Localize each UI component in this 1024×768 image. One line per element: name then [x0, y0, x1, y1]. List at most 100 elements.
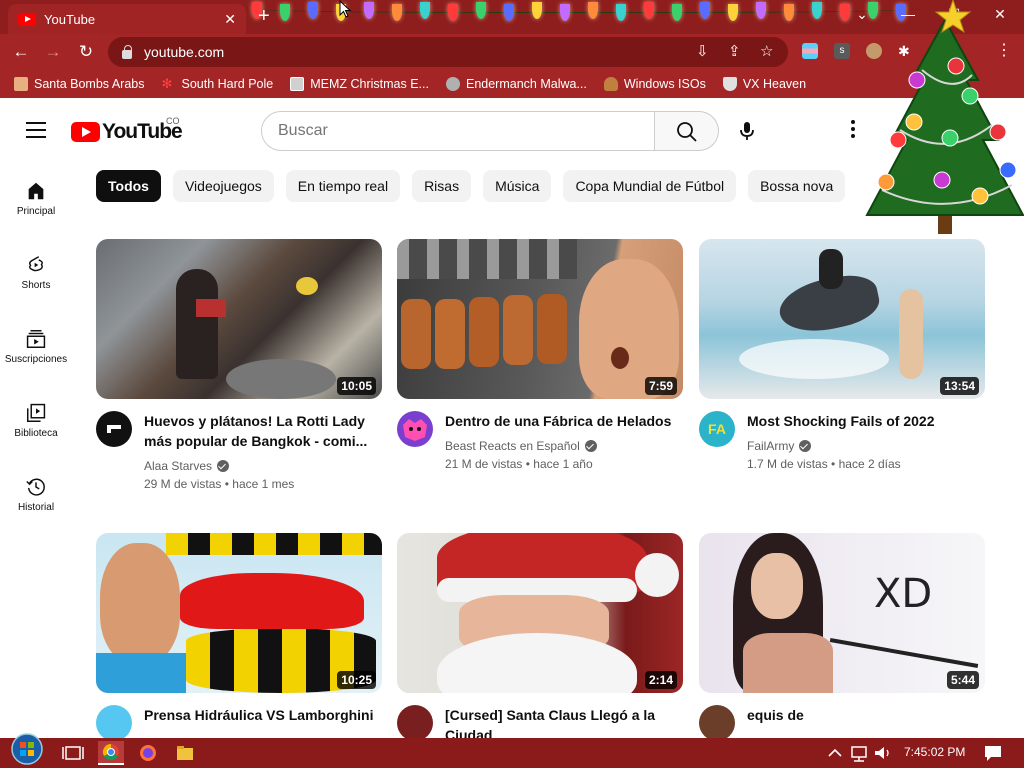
search-button[interactable]: [655, 111, 719, 151]
image-icon: [290, 77, 305, 91]
thumbnail-popsicle: [469, 297, 499, 367]
video-thumbnail[interactable]: 13:54: [699, 239, 985, 399]
christmas-light-bulb: [812, 2, 822, 19]
christmas-light-bulb: [476, 2, 486, 19]
video-card[interactable]: 2:14 [Cursed] Santa Claus Llegó a la Ciu…: [397, 533, 683, 738]
reload-icon[interactable]: ↻: [75, 40, 97, 64]
tab-title: YouTube: [44, 11, 96, 27]
extensions-puzzle-icon[interactable]: ✱: [898, 43, 914, 59]
settings-more-icon[interactable]: [843, 118, 863, 142]
sidebar-item-historial[interactable]: Historial: [0, 476, 72, 513]
channel-avatar[interactable]: [96, 411, 132, 447]
video-card[interactable]: 10:25 Prensa Hidráulica VS Lamborghini: [96, 533, 382, 738]
video-duration: 10:25: [337, 671, 376, 689]
network-icon[interactable]: [846, 741, 872, 765]
search-input[interactable]: [261, 111, 655, 151]
sidebar-item-shorts[interactable]: Shorts: [0, 254, 72, 291]
tab-search-chevron-icon[interactable]: ⌄: [847, 4, 877, 24]
taskbar-clock[interactable]: 7:45:02 PM: [904, 745, 965, 759]
video-card[interactable]: 7:59 Dentro de una Fábrica de Helados Be…: [397, 239, 683, 471]
youtube-logo[interactable]: YouTube CO: [71, 116, 183, 144]
chip-copa-mundial[interactable]: Copa Mundial de Fútbol: [563, 170, 737, 202]
youtube-favicon-icon: [18, 12, 36, 26]
chip-bossa-nova[interactable]: Bossa nova: [748, 170, 846, 202]
extension-flag-icon[interactable]: [802, 43, 818, 59]
video-title[interactable]: Most Shocking Fails of 2022: [747, 411, 979, 431]
thumbnail-shirt: [96, 653, 186, 693]
forward-arrow-icon[interactable]: →: [42, 40, 64, 64]
chip-risas[interactable]: Risas: [412, 170, 472, 202]
file-explorer-icon[interactable]: [172, 741, 198, 765]
tab-youtube[interactable]: YouTube ✕: [8, 4, 246, 34]
channel-name[interactable]: Beast Reacts en Español: [445, 439, 597, 453]
channel-name[interactable]: Alaa Starves: [144, 459, 230, 473]
start-orb-icon[interactable]: [10, 732, 44, 766]
video-card[interactable]: 10:05 Huevos y plátanos! La Rotti Lady m…: [96, 239, 382, 491]
video-card[interactable]: XD 5:44 equis de: [699, 533, 985, 738]
video-thumbnail[interactable]: 2:14: [397, 533, 683, 693]
chip-musica[interactable]: Música: [483, 170, 552, 202]
extension-avatar-icon[interactable]: [866, 43, 882, 59]
thumbnail-machine: [397, 239, 577, 279]
bookmark-vx-heaven[interactable]: VX Heaven: [722, 77, 806, 91]
channel-name[interactable]: FailArmy: [747, 439, 812, 453]
channel-avatar[interactable]: [96, 705, 132, 738]
taskbar-chrome-button[interactable]: [98, 741, 124, 765]
video-title[interactable]: Dentro de una Fábrica de Helados: [445, 411, 677, 431]
verified-check-icon: [584, 440, 597, 452]
channel-avatar[interactable]: [397, 411, 433, 447]
bookmark-south-hard-pole[interactable]: ✻ South Hard Pole: [161, 77, 273, 92]
channel-avatar[interactable]: FA: [699, 411, 735, 447]
action-center-icon[interactable]: [980, 741, 1006, 765]
sidebar-item-suscripciones[interactable]: Suscripciones: [0, 328, 72, 365]
browser-menu-icon[interactable]: ⋮: [996, 43, 1012, 59]
channel-avatar[interactable]: [699, 705, 735, 738]
task-view-icon[interactable]: [60, 741, 86, 765]
sidebar-item-label: Shorts: [21, 280, 51, 291]
maximize-button[interactable]: ☐: [939, 4, 969, 24]
new-tab-button[interactable]: +: [258, 6, 270, 26]
video-title[interactable]: Huevos y plátanos! La Rotti Lady más pop…: [144, 411, 376, 451]
video-thumbnail[interactable]: XD 5:44: [699, 533, 985, 693]
tree-trunk: [938, 214, 952, 234]
firefox-icon[interactable]: [135, 741, 161, 765]
address-bar[interactable]: youtube.com ⇩ ⇪ ☆: [108, 37, 788, 67]
chip-videojuegos[interactable]: Videojuegos: [172, 170, 274, 202]
show-hidden-icons-chevron-icon[interactable]: [822, 741, 848, 765]
chip-en-tiempo-real[interactable]: En tiempo real: [285, 170, 401, 202]
back-arrow-icon[interactable]: ←: [10, 40, 32, 64]
video-thumbnail[interactable]: 10:25: [96, 533, 382, 693]
chrome-icon: [102, 743, 119, 761]
extension-s-icon[interactable]: s: [834, 43, 850, 59]
voice-search-button[interactable]: [731, 115, 763, 147]
bookmark-endermanch-malware[interactable]: Endermanch Malwa...: [445, 77, 587, 91]
install-app-icon[interactable]: ⇩: [696, 42, 709, 60]
upload-age: hace 1 año: [533, 457, 593, 471]
video-card[interactable]: 13:54 FA Most Shocking Fails of 2022 Fai…: [699, 239, 985, 471]
minimize-button[interactable]: —: [893, 4, 923, 24]
video-title[interactable]: Prensa Hidráulica VS Lamborghini: [144, 705, 376, 725]
volume-icon[interactable]: [870, 741, 896, 765]
bookmark-santa-bombs-arabs[interactable]: Santa Bombs Arabs: [14, 77, 144, 91]
sidebar-item-principal[interactable]: Principal: [0, 180, 72, 217]
share-icon[interactable]: ⇪: [728, 42, 741, 60]
bookmark-memz-christmas[interactable]: MEMZ Christmas E...: [290, 77, 429, 91]
mouse-cursor-icon: [339, 0, 352, 18]
menu-hamburger-icon[interactable]: [26, 122, 46, 138]
video-title[interactable]: [Cursed] Santa Claus Llegó a la Ciudad: [445, 705, 677, 738]
tab-close-icon[interactable]: ✕: [224, 11, 236, 28]
upload-age: hace 2 días: [838, 457, 901, 471]
channel-name-text: Beast Reacts en Español: [445, 439, 580, 453]
channel-avatar[interactable]: [397, 705, 433, 738]
video-thumbnail[interactable]: 7:59: [397, 239, 683, 399]
bookmark-windows-isos[interactable]: Windows ISOs: [603, 77, 706, 91]
sidebar-item-biblioteca[interactable]: Biblioteca: [0, 402, 72, 439]
chip-todos[interactable]: Todos: [96, 170, 161, 202]
christmas-light-bulb: [560, 4, 570, 21]
video-title[interactable]: equis de: [747, 705, 979, 725]
close-window-button[interactable]: ✕: [985, 4, 1015, 24]
verified-check-icon: [799, 440, 812, 452]
url-text: youtube.com: [144, 44, 225, 60]
bookmark-star-icon[interactable]: ☆: [760, 42, 773, 60]
video-thumbnail[interactable]: 10:05: [96, 239, 382, 399]
